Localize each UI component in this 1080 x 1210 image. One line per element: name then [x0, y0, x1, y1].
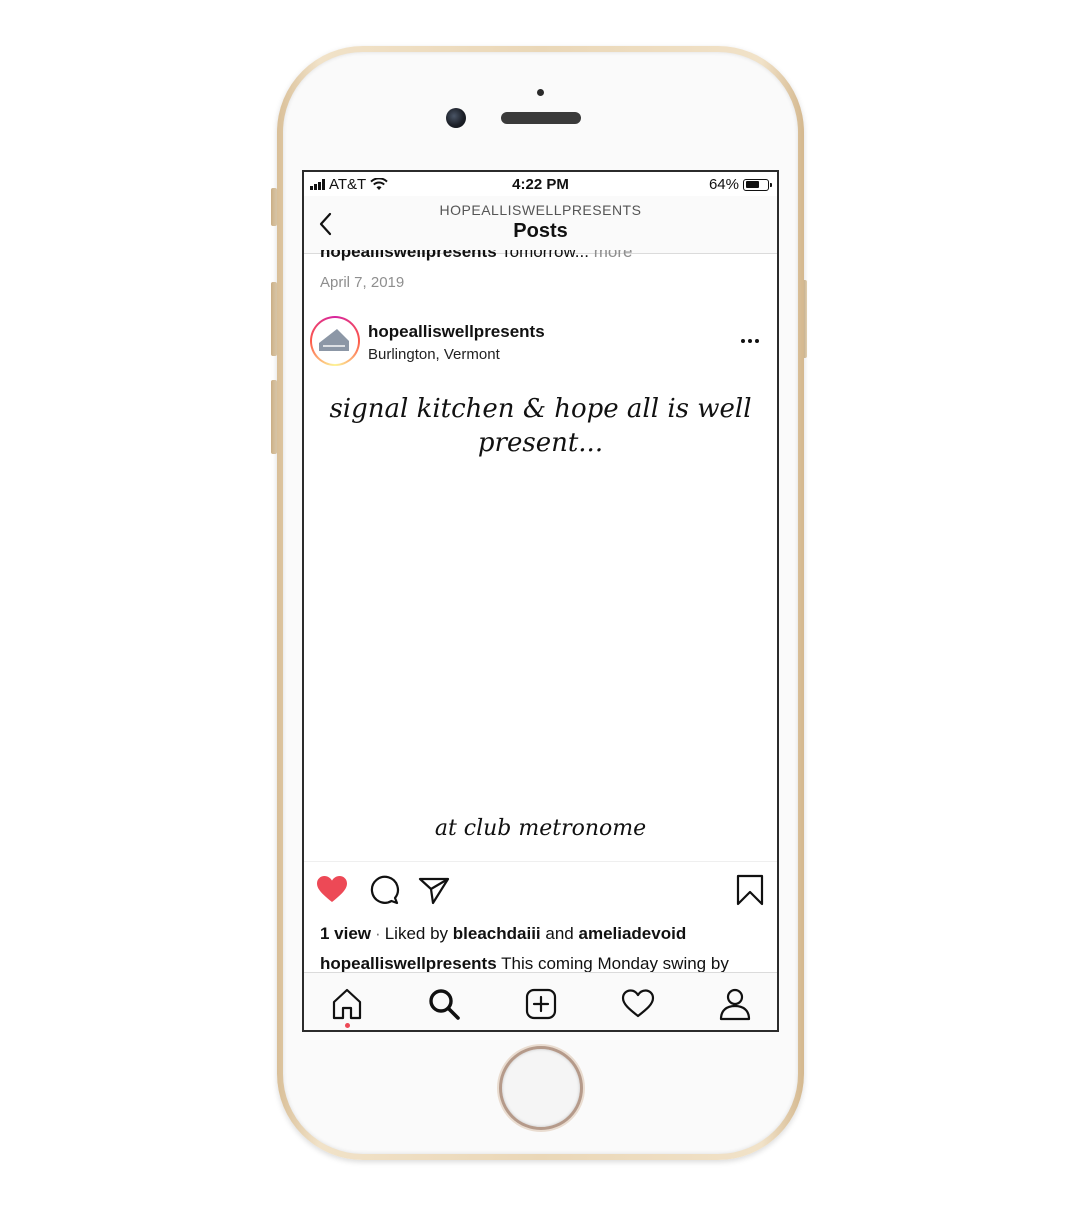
image-text-line2: present... — [477, 428, 604, 458]
liked-by-user1[interactable]: bleachdaiii — [453, 924, 541, 943]
battery-fill — [745, 181, 759, 188]
activity-heart-icon — [621, 989, 655, 1018]
post-username[interactable]: hopealliswellpresents — [368, 322, 545, 342]
story-ring[interactable] — [310, 316, 360, 366]
add-icon — [525, 988, 557, 1020]
liked-by-prefix: Liked by — [384, 924, 449, 943]
more-options-button[interactable] — [741, 336, 765, 346]
front-camera-icon — [446, 108, 466, 128]
earpiece-speaker — [501, 112, 581, 124]
previous-post-date: April 7, 2019 — [320, 274, 405, 291]
caption-username[interactable]: hopealliswellpresents — [320, 954, 497, 973]
post-image[interactable]: signal kitchen & hope all is well presen… — [304, 376, 777, 862]
tab-new-post[interactable] — [524, 987, 558, 1021]
home-button[interactable] — [499, 1046, 583, 1130]
search-icon — [429, 989, 460, 1020]
save-button[interactable] — [734, 874, 766, 906]
caption-text: This coming Monday swing by — [501, 954, 729, 973]
battery-icon — [743, 178, 772, 191]
status-time: 4:22 PM — [512, 176, 569, 193]
proximity-sensor — [537, 89, 544, 96]
post-caption: hopealliswellpresents This coming Monday… — [320, 954, 729, 974]
comment-icon — [370, 875, 400, 905]
comment-button[interactable] — [368, 874, 400, 906]
bookmark-icon — [736, 874, 764, 906]
avatar-logo-icon — [319, 329, 349, 351]
like-button[interactable] — [316, 874, 348, 906]
post-header: hopealliswellpresents Burlington, Vermon… — [304, 314, 777, 370]
nav-header: HOPEALLISWELLPRESENTS Posts — [304, 196, 777, 254]
view-count[interactable]: 1 view — [320, 924, 371, 943]
liked-by-and: and — [545, 924, 574, 943]
tab-home[interactable] — [330, 987, 364, 1021]
avatar — [315, 321, 355, 361]
home-active-dot — [345, 1023, 350, 1028]
profile-icon — [719, 988, 751, 1021]
more-dots-icon — [741, 339, 745, 343]
battery-percent: 64% — [708, 176, 739, 193]
post-actions — [304, 866, 777, 914]
phone-screen: AT&T 4:22 PM 64% HOPEALLISWELLPRESENTS P… — [302, 170, 779, 1032]
bottom-tab-bar — [304, 972, 777, 1030]
account-name: HOPEALLISWELLPRESENTS — [439, 202, 642, 218]
tab-search[interactable] — [427, 987, 461, 1021]
home-icon — [332, 988, 362, 1020]
tab-profile[interactable] — [718, 987, 752, 1021]
tab-activity[interactable] — [621, 987, 655, 1021]
likes-line: 1 view · Liked by bleachdaiii and ameliade… — [320, 924, 687, 943]
heart-icon — [317, 876, 347, 902]
share-button[interactable] — [418, 874, 450, 906]
liked-by-user2[interactable]: ameliadevoid — [579, 924, 687, 943]
page-title: Posts — [513, 220, 568, 242]
post-location[interactable]: Burlington, Vermont — [368, 346, 500, 363]
status-right: 64% — [708, 176, 772, 193]
status-bar: AT&T 4:22 PM 64% — [304, 172, 777, 196]
image-text-line1: signal kitchen & hope all is well — [329, 394, 752, 424]
image-text-bottom: at club metronome — [434, 816, 647, 841]
share-icon — [418, 877, 450, 905]
